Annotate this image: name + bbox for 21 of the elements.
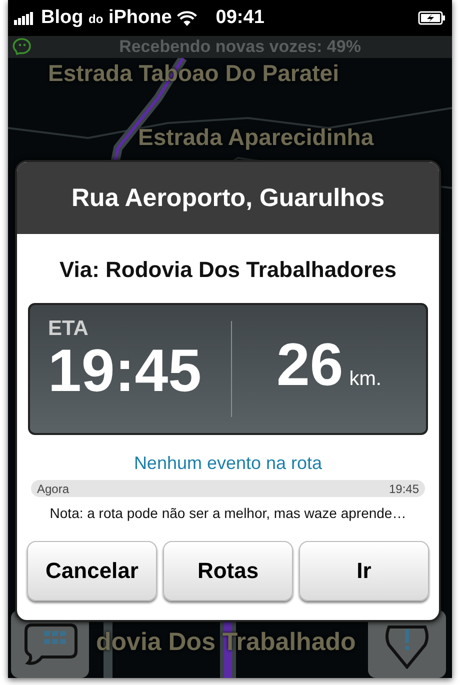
dialog-title: Rua Aeroporto, Guarulhos <box>72 184 384 212</box>
distance-unit: km. <box>349 368 382 391</box>
signal-icon <box>14 11 36 25</box>
route-events: Nenhum evento na rota <box>134 453 322 474</box>
timeline-end: 19:45 <box>388 482 419 496</box>
banner-text: Recebendo novas vozes: 49% <box>118 37 362 57</box>
distance-value: 26 <box>276 335 344 395</box>
wifi-icon <box>176 10 197 26</box>
battery-icon <box>418 11 446 25</box>
dialog-button[interactable]: Ir <box>299 541 429 601</box>
status-time: 09:41 <box>216 7 264 29</box>
route-via: Via: Rodovia Dos Trabalhadores <box>59 257 397 283</box>
eta-label: ETA <box>48 317 90 341</box>
timeline-start: Agora <box>37 482 70 496</box>
eta-time: 19:45 <box>48 341 202 401</box>
dialog-button[interactable]: Cancelar <box>27 541 157 601</box>
route-note: Nota: a rota pode não ser a melhor, mas waze aprende… <box>50 505 406 521</box>
dialog-button[interactable]: Rotas <box>163 541 293 601</box>
street-label: Estrada Aparecidinha <box>138 124 374 151</box>
carrier-name: Blog do iPhone <box>41 7 172 29</box>
chat-bubble-icon <box>22 621 78 667</box>
